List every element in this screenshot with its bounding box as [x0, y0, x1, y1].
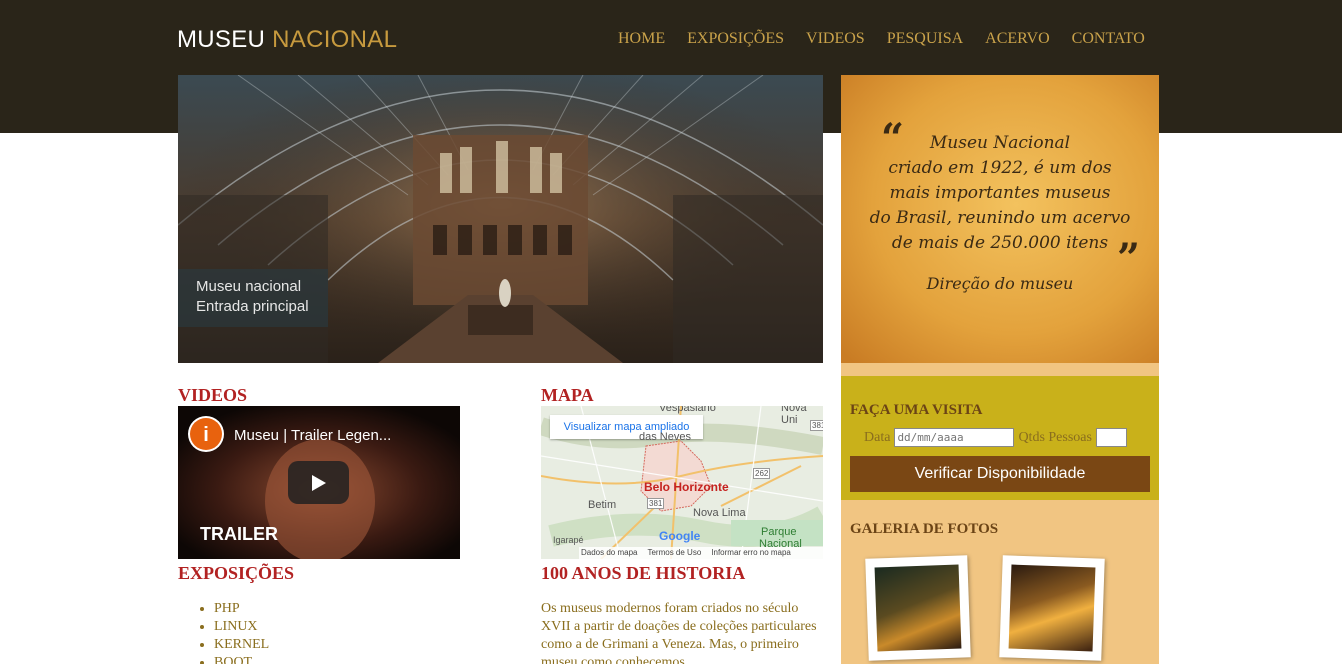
check-availability-button[interactable]: Verificar Disponibilidade: [850, 456, 1150, 492]
list-item[interactable]: KERNEL: [214, 636, 269, 654]
video-title[interactable]: Museu | Trailer Legen...: [234, 427, 391, 444]
map-footer: Dados do mapa Termos de Uso Informar err…: [579, 547, 823, 559]
exposicoes-list: PHP LINUX KERNEL BOOT: [214, 600, 269, 664]
people-label: Qtds Pessoas: [1018, 429, 1092, 445]
hero-caption-line1: Museu nacional: [196, 278, 302, 295]
visit-fields: Data Qtds Pessoas: [864, 428, 1127, 447]
nav-videos[interactable]: VIDEOS: [806, 30, 865, 48]
site-logo[interactable]: MUSEU NACIONAL: [177, 26, 397, 54]
quote-panel: “ ” Museu Nacional criado em 1922, é um …: [841, 75, 1159, 363]
quote-line: criado em 1922, é um dos: [888, 158, 1112, 178]
hero-caption: Museu nacional Entrada principal: [178, 269, 328, 327]
map-label: Parque: [761, 526, 797, 538]
play-icon[interactable]: [288, 461, 349, 504]
map-label: Betim: [588, 499, 617, 511]
map-title: MAPA: [541, 385, 594, 405]
map-embed[interactable]: Visualizar mapa ampliado Vespasiano Nova…: [541, 406, 823, 559]
video-embed[interactable]: i Museu | Trailer Legen... TRAILER: [178, 406, 460, 559]
people-field[interactable]: [1095, 428, 1127, 447]
visit-title: FAÇA UMA VISITA: [850, 402, 983, 418]
history-text: Os museus modernos foram criados no sécu…: [541, 601, 817, 664]
nav-home[interactable]: HOME: [618, 30, 665, 48]
logo-word-2: NACIONAL: [272, 26, 398, 53]
logo-word-1: MUSEU: [177, 26, 266, 53]
list-item[interactable]: PHP: [214, 600, 269, 618]
list-item[interactable]: LINUX: [214, 618, 269, 636]
hero-image: Museu nacional Entrada principal: [178, 75, 823, 363]
quote-line: do Brasil, reunindo um acervo: [869, 208, 1131, 228]
nav-contato[interactable]: CONTATO: [1072, 30, 1145, 48]
google-logo: Google: [659, 529, 701, 543]
map-city-label: Belo Horizonte: [644, 480, 729, 494]
map-label: Nova Lima: [693, 507, 746, 519]
nav-acervo[interactable]: ACERVO: [985, 30, 1050, 48]
map-label: Vespasiano: [659, 406, 716, 414]
history-title: 100 ANOS DE HISTORIA: [541, 563, 746, 583]
sidebar-spacer: [841, 363, 1159, 376]
road-badge: 381: [647, 498, 665, 509]
visit-form: FAÇA UMA VISITA Data Qtds Pessoas Verifi…: [841, 376, 1159, 500]
date-field[interactable]: [894, 428, 1015, 447]
quote-author: Direção do museu: [926, 274, 1074, 293]
list-item[interactable]: BOOT: [214, 654, 269, 664]
map-data-link[interactable]: Dados do mapa: [581, 547, 637, 559]
exposicoes-title: EXPOSIÇÕES: [178, 563, 295, 583]
gallery-photo[interactable]: [999, 555, 1105, 661]
road-badge: 381: [810, 420, 823, 431]
map-report-link[interactable]: Informar erro no mapa: [711, 547, 791, 559]
hero-caption-line2: Entrada principal: [196, 298, 309, 315]
gallery-photo-image: [1008, 564, 1096, 652]
quote-line: Museu Nacional: [929, 133, 1071, 153]
gallery-photo-image: [874, 564, 962, 652]
map-label: Igarapé: [553, 535, 584, 545]
gallery-title: GALERIA DE FOTOS: [850, 521, 999, 537]
channel-avatar-icon[interactable]: i: [188, 416, 224, 452]
map-label: das Neves: [639, 431, 691, 443]
photo-gallery: GALERIA DE FOTOS: [841, 500, 1159, 664]
road-badge: 262: [753, 468, 771, 479]
date-label: Data: [864, 429, 891, 445]
map-terms-link[interactable]: Termos de Uso: [647, 547, 701, 559]
gallery-photo[interactable]: [865, 555, 971, 661]
quote-line: de mais de 250.000 itens: [891, 233, 1109, 253]
trailer-overlay: TRAILER: [200, 524, 278, 544]
main-nav: HOME EXPOSIÇÕES VIDEOS PESQUISA ACERVO C…: [618, 30, 1145, 48]
svg-text:i: i: [203, 424, 209, 446]
quote-line: mais importantes museus: [889, 183, 1111, 203]
videos-title: VIDEOS: [178, 385, 248, 405]
quote-text: Museu Nacional criado em 1922, é um dos …: [841, 131, 1159, 256]
nav-pesquisa[interactable]: PESQUISA: [887, 30, 963, 48]
nav-exposicoes[interactable]: EXPOSIÇÕES: [687, 30, 784, 48]
